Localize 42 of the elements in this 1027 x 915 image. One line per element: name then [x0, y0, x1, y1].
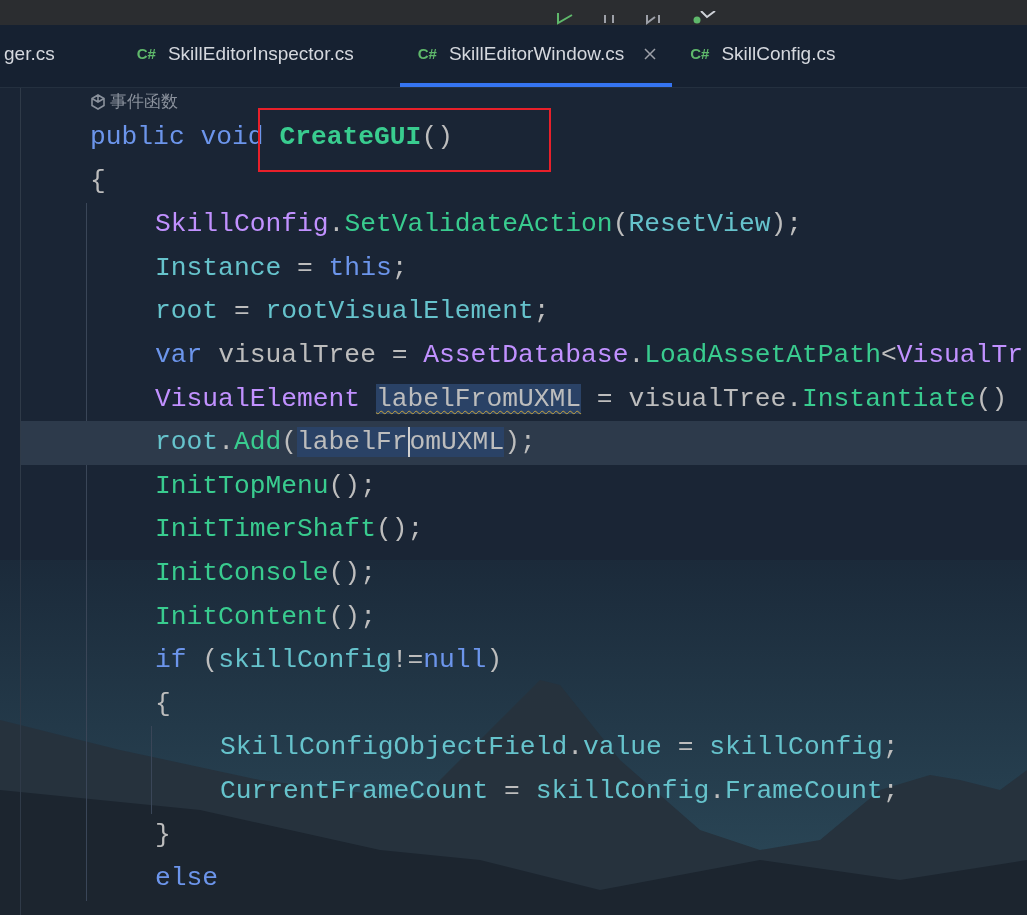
csharp-file-icon: C# [417, 42, 437, 66]
tab-label: SkillConfig.cs [721, 41, 836, 66]
code-line: InitTopMenu(); [155, 469, 376, 503]
code-text: VisualElement [155, 383, 362, 414]
code-text: . [218, 427, 234, 458]
code-text: ); [504, 427, 536, 458]
tab-label: ger.cs [4, 41, 55, 66]
code-line: InitTimerShaft(); [155, 513, 424, 547]
file-tab[interactable]: C# SkillEditorInspector.cs [118, 25, 372, 87]
file-tab[interactable]: ger.cs [0, 25, 119, 87]
code-text: Instantiate [802, 383, 976, 414]
code-line: SkillConfig.SetValidateAction(ResetView); [155, 208, 803, 242]
code-text: () [975, 383, 1008, 414]
code-text: = visualTree. [595, 383, 803, 414]
symbol-occurrence: labelFromUXML [375, 383, 582, 414]
code-line: InitContent(); [155, 600, 376, 634]
code-line: Instance = this; [155, 251, 408, 285]
tab-label: SkillEditorInspector.cs [167, 41, 354, 66]
code-line: var visualTree = AssetDatabase.LoadAssetAtPath<VisualTr [155, 338, 1023, 372]
cube-icon [90, 94, 106, 110]
code-text: Add [233, 427, 282, 458]
code-line: CurrentFrameCount = skillConfig.FrameCount; [220, 774, 899, 808]
code-line: { [155, 687, 171, 721]
csharp-file-icon: C# [136, 42, 156, 66]
code-text: ( [281, 427, 298, 458]
file-tab[interactable]: C# SkillConfig.cs [672, 25, 854, 87]
code-line: root = rootVisualElement; [155, 295, 550, 329]
code-line: } [155, 818, 171, 852]
code-line: SkillConfigObjectField.value = skillConfig; [220, 731, 899, 765]
symbol-occurrence: labelFr [297, 427, 408, 458]
close-icon[interactable] [644, 48, 657, 60]
code-line: InitConsole(); [155, 556, 376, 590]
csharp-file-icon: C# [690, 42, 710, 66]
code-text: root [155, 427, 219, 458]
tab-label: SkillEditorWindow.cs [448, 41, 625, 66]
code-line: if (skillConfig!=null) [155, 644, 503, 678]
usage-hint: 事件函数 [110, 91, 178, 114]
file-tab[interactable]: C# SkillEditorWindow.cs [399, 25, 673, 87]
symbol-occurrence: omUXML [407, 427, 505, 458]
play-icon[interactable] [555, 13, 575, 25]
code-line: { [90, 164, 106, 198]
code-line: else [155, 862, 219, 896]
